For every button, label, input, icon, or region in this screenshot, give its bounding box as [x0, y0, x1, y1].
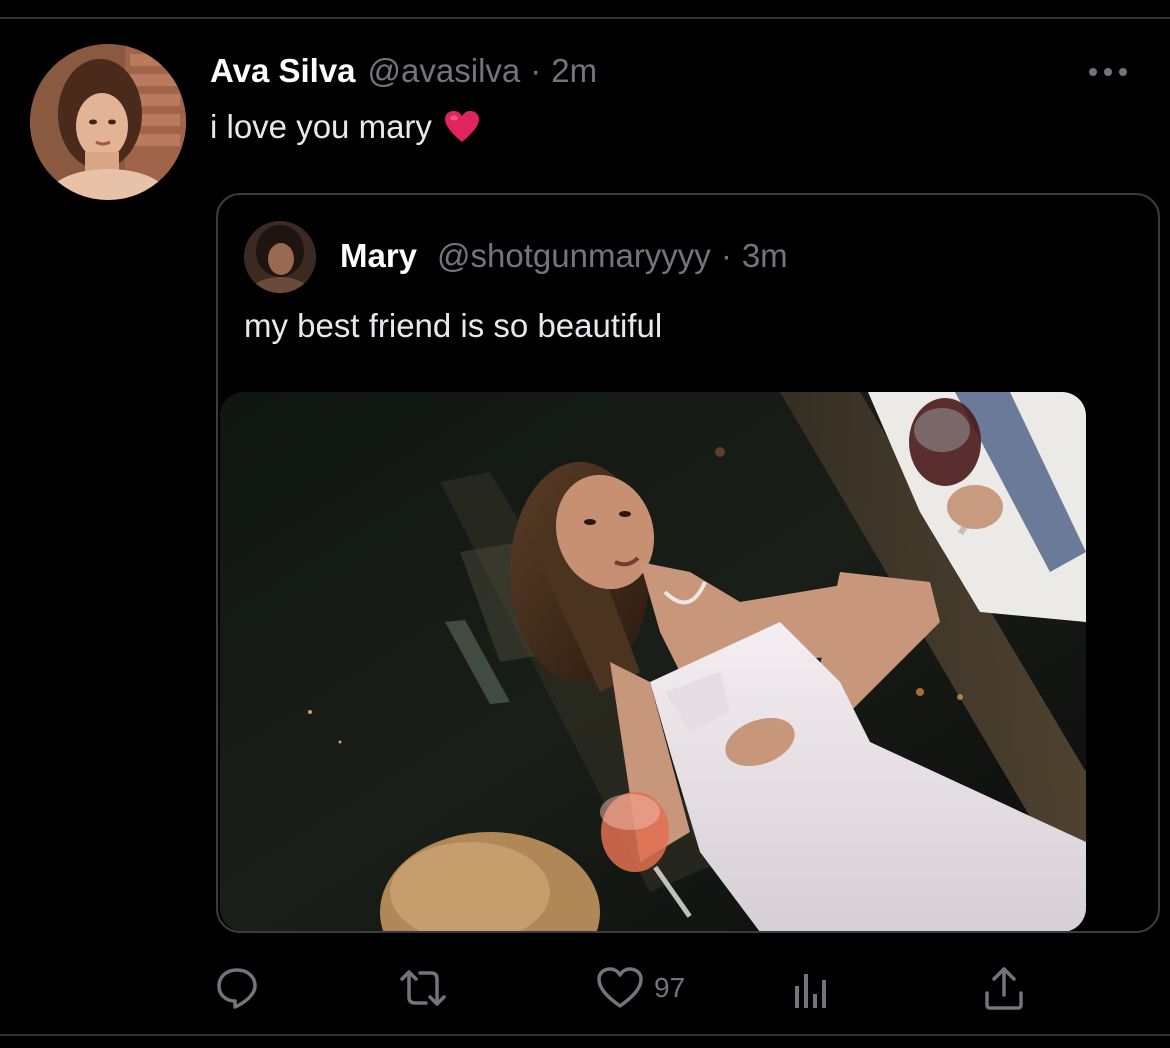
retweet-button[interactable] [398, 960, 448, 1016]
top-divider [0, 17, 1170, 19]
heart-icon [597, 967, 643, 1008]
bottom-divider [0, 1034, 1170, 1036]
share-icon [985, 967, 1023, 1010]
more-options-button[interactable] [1086, 58, 1130, 86]
like-button[interactable]: 97 [596, 960, 685, 1016]
analytics-button[interactable] [792, 960, 832, 1016]
quoted-author-avatar[interactable] [244, 221, 316, 293]
quoted-tweet-text: my best friend is so beautiful [244, 307, 663, 344]
author-handle[interactable]: @avasilva [368, 52, 521, 90]
meta-separator: · [530, 52, 542, 89]
red-heart-emoji-icon [444, 110, 480, 144]
reply-icon [217, 968, 257, 1009]
quoted-author-name[interactable]: Mary [340, 237, 417, 275]
quoted-author-handle[interactable]: @shotgunmaryyyy [437, 237, 711, 275]
tweet-timestamp[interactable]: 2m [551, 52, 597, 90]
like-count: 97 [654, 972, 686, 1003]
analytics-icon [795, 974, 826, 1008]
tweet-text: i love you mary [210, 108, 480, 146]
reply-button[interactable] [214, 960, 260, 1016]
tweet-actions-bar: 97 [210, 960, 1060, 1016]
retweet-icon [400, 970, 446, 1006]
quoted-tweet-card[interactable]: Mary @shotgunmaryyyy · 3m my best friend… [216, 193, 1160, 933]
tweet-header: Ava Silva @avasilva · 2m [210, 52, 597, 92]
author-name[interactable]: Ava Silva [210, 52, 356, 90]
quoted-meta-separator: · [720, 237, 732, 274]
author-avatar[interactable] [30, 44, 186, 200]
tweet-text-content: i love you mary [210, 108, 432, 145]
quoted-tweet-photo[interactable] [220, 392, 1086, 931]
more-horizontal-icon [1089, 68, 1127, 76]
quoted-tweet-timestamp[interactable]: 3m [742, 237, 788, 275]
share-button[interactable] [982, 960, 1026, 1016]
quoted-tweet-header: Mary @shotgunmaryyyy · 3m [340, 237, 788, 275]
